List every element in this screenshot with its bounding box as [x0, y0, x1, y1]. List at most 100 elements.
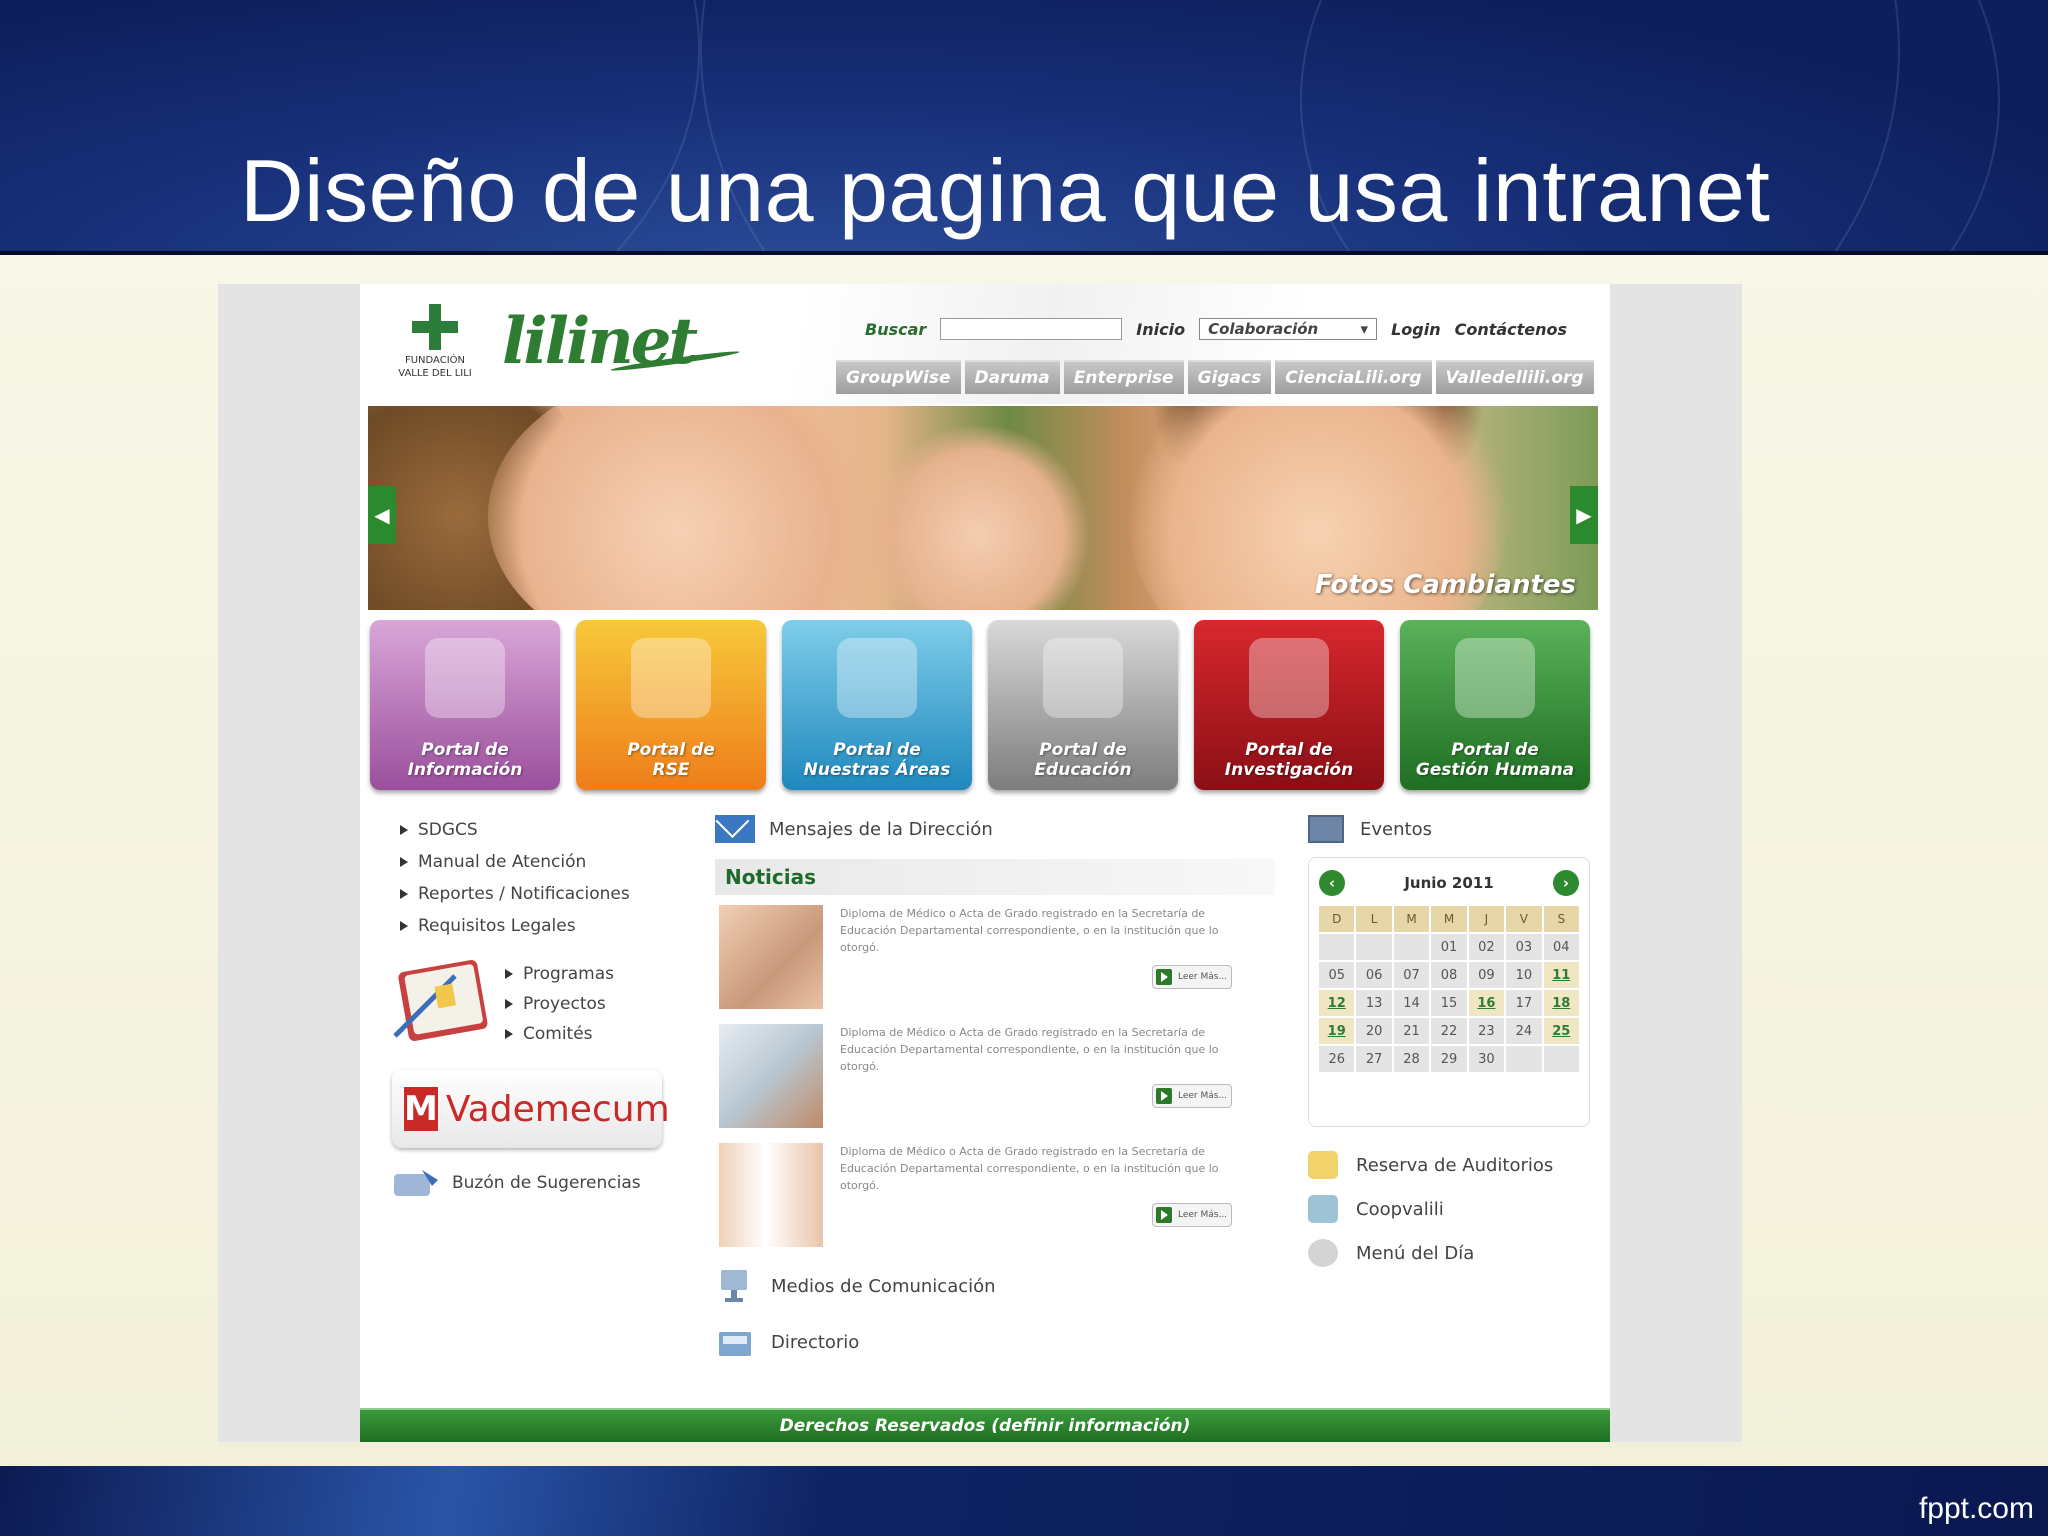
news-item: Diploma de Médico o Acta de Grado regist… [715, 1137, 1275, 1252]
calendar-day[interactable]: 12 [1319, 990, 1355, 1016]
portal-nuestras-areas[interactable]: Portal de Nuestras Áreas [782, 620, 972, 790]
calendar-day[interactable]: 13 [1356, 990, 1392, 1016]
calendar-day[interactable]: 24 [1506, 1018, 1542, 1044]
calendar-day[interactable]: 14 [1393, 990, 1430, 1016]
portal-tiles: Portal de Información Portal de RSE Portal… [370, 620, 1600, 792]
intranet-page: FUNDACIÓN VALLE DEL LILI lilinet Buscar … [360, 284, 1610, 1442]
link-manual-atencion[interactable]: Manual de Atención [400, 846, 700, 878]
bullet-arrow-icon [400, 921, 408, 931]
link-proyectos[interactable]: Proyectos [505, 989, 614, 1019]
bullet-arrow-icon [505, 969, 513, 979]
menu-del-dia-link[interactable]: Menú del Día [1308, 1231, 1593, 1275]
site-header: FUNDACIÓN VALLE DEL LILI lilinet Buscar … [360, 284, 1610, 404]
calendar-day[interactable]: 19 [1319, 1018, 1355, 1044]
link-requisitos-legales[interactable]: Requisitos Legales [400, 910, 700, 942]
noticias-header: Noticias [715, 859, 1275, 895]
calendar-day[interactable]: 30 [1468, 1046, 1505, 1072]
calendar-day [1506, 1046, 1542, 1072]
medios-link[interactable]: Medios de Comunicación [715, 1258, 996, 1314]
calendar-day[interactable]: 01 [1431, 934, 1467, 960]
calendar-day[interactable]: 10 [1506, 962, 1542, 988]
tab-ciencialili[interactable]: CienciaLili.org [1275, 360, 1432, 394]
calendar-day[interactable]: 22 [1431, 1018, 1467, 1044]
chevron-down-icon: ▾ [1360, 320, 1369, 338]
calendar-day[interactable]: 25 [1543, 1018, 1579, 1044]
coopvalili-link[interactable]: Coopvalili [1308, 1187, 1593, 1231]
link-reportes[interactable]: Reportes / Notificaciones [400, 878, 700, 910]
link-programas[interactable]: Programas [505, 959, 614, 989]
link-comites[interactable]: Comités [505, 1019, 614, 1049]
calendar-day[interactable]: 18 [1543, 990, 1579, 1016]
link-sdgcs[interactable]: SDGCS [400, 814, 700, 846]
right-column: Eventos ‹ Junio 2011 › D L M M J V S 01 02 03 04 05… [1308, 809, 1593, 1275]
calendar-day[interactable]: 17 [1506, 990, 1542, 1016]
site-footer: Derechos Reservados (definir información… [360, 1408, 1610, 1442]
calendar-day[interactable]: 02 [1468, 934, 1505, 960]
tab-daruma[interactable]: Daruma [964, 360, 1060, 394]
calendar-day[interactable]: 07 [1393, 962, 1430, 988]
calendar-day[interactable]: 15 [1431, 990, 1467, 1016]
calendar-dow: D [1319, 906, 1355, 932]
books-icon [1043, 638, 1123, 718]
screenshot-frame: FUNDACIÓN VALLE DEL LILI lilinet Buscar … [218, 284, 1742, 1442]
calendar-day[interactable]: 26 [1319, 1046, 1355, 1072]
nav-login[interactable]: Login [1391, 320, 1441, 339]
calendar-day[interactable]: 05 [1319, 962, 1355, 988]
read-more-button[interactable]: Leer Más... [1152, 965, 1232, 989]
directory-icon [719, 1332, 751, 1356]
calendar-day[interactable]: 04 [1543, 934, 1579, 960]
tab-valledellili[interactable]: Valledellili.org [1435, 360, 1594, 394]
portal-informacion[interactable]: Portal de Información [370, 620, 560, 790]
calendar-day[interactable]: 27 [1356, 1046, 1392, 1072]
portal-rse[interactable]: Portal de RSE [576, 620, 766, 790]
colaboracion-select[interactable]: Colaboración ▾ [1199, 318, 1378, 340]
calendar-day[interactable]: 23 [1468, 1018, 1505, 1044]
calendar-next-icon[interactable]: › [1552, 870, 1579, 896]
calendar-day[interactable]: 21 [1393, 1018, 1430, 1044]
banner-next-arrow-icon[interactable]: ▶ [1570, 486, 1598, 544]
portal-investigacion[interactable]: Portal de Investigación [1194, 620, 1384, 790]
portal-gestion-humana[interactable]: Portal de Gestión Humana [1400, 620, 1590, 790]
sub-links: Programas Proyectos Comités [505, 959, 614, 1049]
calendar-dow: V [1506, 906, 1542, 932]
directorio-link[interactable]: Directorio [715, 1314, 996, 1370]
tab-enterprise[interactable]: Enterprise [1063, 360, 1184, 394]
events-calendar: ‹ Junio 2011 › D L M M J V S 01 02 03 04 05 06 07 08 09… [1308, 857, 1590, 1127]
nav-contactenos[interactable]: Contáctenos [1455, 320, 1567, 339]
calendar-prev-icon[interactable]: ‹ [1319, 870, 1345, 896]
eventos-link[interactable]: Eventos [1308, 809, 1593, 849]
calendar-day[interactable]: 29 [1431, 1046, 1467, 1072]
calendar-day[interactable]: 08 [1431, 962, 1467, 988]
banner-caption: Fotos Cambiantes [1314, 570, 1576, 600]
calendar-day[interactable]: 09 [1468, 962, 1505, 988]
calendar-day[interactable]: 16 [1468, 990, 1505, 1016]
slide-footer-band: fppt.com [0, 1466, 2048, 1536]
calendar-day[interactable]: 28 [1393, 1046, 1430, 1072]
read-more-button[interactable]: Leer Más... [1152, 1203, 1232, 1227]
calendar-day[interactable]: 20 [1356, 1018, 1392, 1044]
search-label: Buscar [865, 319, 927, 339]
search-input[interactable] [940, 318, 1123, 340]
vademecum-button[interactable]: M Vademecum [392, 1070, 670, 1148]
lilinet-logo[interactable]: lilinet [502, 304, 698, 379]
buzon-link[interactable]: Buzón de Sugerencias [392, 1166, 641, 1200]
reserva-auditorios-link[interactable]: Reserva de Auditorios [1308, 1143, 1593, 1187]
read-more-button[interactable]: Leer Más... [1152, 1084, 1232, 1108]
calendar-day[interactable]: 11 [1543, 962, 1579, 988]
bullet-arrow-icon [400, 889, 408, 899]
tab-groupwise[interactable]: GroupWise [836, 360, 961, 394]
slide-title: Diseño de una pagina que usa intranet [240, 141, 1771, 240]
banner-prev-arrow-icon[interactable]: ◀ [368, 486, 396, 544]
portal-educacion[interactable]: Portal de Educación [988, 620, 1178, 790]
external-tabs: GroupWise Daruma Enterprise Gigacs Cienc… [836, 360, 1594, 394]
fvl-logo[interactable]: FUNDACIÓN VALLE DEL LILI [390, 304, 480, 380]
calendar-day[interactable]: 03 [1506, 934, 1542, 960]
tab-gigacs[interactable]: Gigacs [1187, 360, 1272, 394]
calendar-day[interactable]: 06 [1356, 962, 1392, 988]
news-photo [719, 1024, 823, 1128]
nav-inicio[interactable]: Inicio [1136, 320, 1185, 339]
mensajes-link[interactable]: Mensajes de la Dirección [715, 809, 1275, 849]
slide-header-band: Diseño de una pagina que usa intranet [0, 0, 2048, 255]
auditorium-icon [1308, 1151, 1338, 1179]
play-icon [1156, 969, 1172, 985]
